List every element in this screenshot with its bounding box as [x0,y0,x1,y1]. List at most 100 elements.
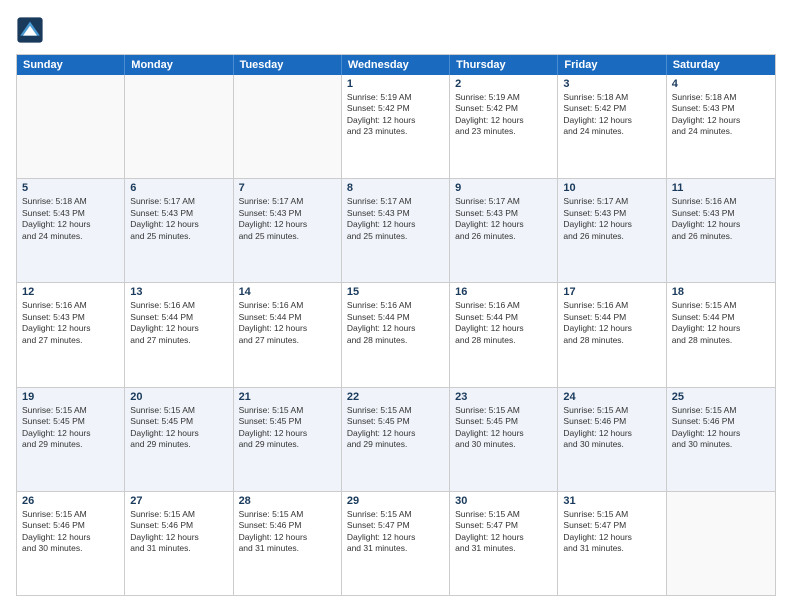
day-cell: 28Sunrise: 5:15 AM Sunset: 5:46 PM Dayli… [234,492,342,595]
day-cell: 18 Sunrise: 5:15 AM Sunset: 5:44 PM Dayli… [667,283,775,386]
day-number: 25 [672,391,770,403]
day-cell: 6 Sunrise: 5:17 AM Sunset: 5:43 PM Daylig… [125,179,233,282]
day-info: Sunrise: 5:15 AM Sunset: 5:45 PM Dayligh… [347,405,444,451]
day-cell: 7 Sunrise: 5:17 AM Sunset: 5:43 PM Daylig… [234,179,342,282]
day-number: 23 [455,391,552,403]
day-header-saturday: Saturday [667,55,775,75]
day-cell: 13 Sunrise: 5:16 AM Sunset: 5:44 PM Dayli… [125,283,233,386]
day-info: Sunrise: 5:15 AM Sunset: 5:46 PM Dayligh… [239,509,336,555]
day-info: Sunrise: 5:15 AM Sunset: 5:47 PM Dayligh… [347,509,444,555]
day-cell: 8 Sunrise: 5:17 AM Sunset: 5:43 PM Daylig… [342,179,450,282]
day-info: Sunrise: 5:17 AM Sunset: 5:43 PM Dayligh… [347,196,444,242]
day-cell [234,75,342,178]
day-info: Sunrise: 5:16 AM Sunset: 5:44 PM Dayligh… [563,300,660,346]
day-info: Sunrise: 5:16 AM Sunset: 5:44 PM Dayligh… [130,300,227,346]
week-row-3: 12Sunrise: 5:16 AM Sunset: 5:43 PM Dayli… [17,282,775,386]
day-cell: 29 Sunrise: 5:15 AM Sunset: 5:47 PM Dayli… [342,492,450,595]
header [16,16,776,44]
day-info: Sunrise: 5:18 AM Sunset: 5:43 PM Dayligh… [672,92,770,138]
day-cell: 10 Sunrise: 5:17 AM Sunset: 5:43 PM Dayli… [558,179,666,282]
day-cell: 22 Sunrise: 5:15 AM Sunset: 5:45 PM Dayli… [342,388,450,491]
day-info: Sunrise: 5:15 AM Sunset: 5:47 PM Dayligh… [455,509,552,555]
day-number: 26 [22,495,119,507]
day-header-tuesday: Tuesday [234,55,342,75]
day-cell: 31Sunrise: 5:15 AM Sunset: 5:47 PM Dayli… [558,492,666,595]
day-info: Sunrise: 5:15 AM Sunset: 5:46 PM Dayligh… [130,509,227,555]
day-cell: 24 Sunrise: 5:15 AM Sunset: 5:46 PM Dayli… [558,388,666,491]
day-info: Sunrise: 5:15 AM Sunset: 5:46 PM Dayligh… [563,405,660,451]
day-number: 30 [455,495,552,507]
day-number: 10 [563,182,660,194]
day-info: Sunrise: 5:15 AM Sunset: 5:45 PM Dayligh… [455,405,552,451]
day-number: 2 [455,78,552,90]
day-number: 29 [347,495,444,507]
day-number: 15 [347,286,444,298]
day-cell: 30 Sunrise: 5:15 AM Sunset: 5:47 PM Dayli… [450,492,558,595]
day-info: Sunrise: 5:16 AM Sunset: 5:44 PM Dayligh… [239,300,336,346]
day-info: Sunrise: 5:19 AM Sunset: 5:42 PM Dayligh… [347,92,444,138]
day-info: Sunrise: 5:17 AM Sunset: 5:43 PM Dayligh… [563,196,660,242]
day-cell: 1 Sunrise: 5:19 AM Sunset: 5:42 PM Daylig… [342,75,450,178]
day-cell: 23 Sunrise: 5:15 AM Sunset: 5:45 PM Dayli… [450,388,558,491]
day-info: Sunrise: 5:18 AM Sunset: 5:43 PM Dayligh… [22,196,119,242]
day-header-sunday: Sunday [17,55,125,75]
day-header-monday: Monday [125,55,233,75]
day-cell: 12Sunrise: 5:16 AM Sunset: 5:43 PM Dayli… [17,283,125,386]
day-cell: 20 Sunrise: 5:15 AM Sunset: 5:45 PM Dayli… [125,388,233,491]
day-cell: 2 Sunrise: 5:19 AM Sunset: 5:42 PM Daylig… [450,75,558,178]
day-cell: 14 Sunrise: 5:16 AM Sunset: 5:44 PM Dayli… [234,283,342,386]
day-header-wednesday: Wednesday [342,55,450,75]
day-info: Sunrise: 5:15 AM Sunset: 5:45 PM Dayligh… [130,405,227,451]
page: SundayMondayTuesdayWednesdayThursdayFrid… [0,0,792,612]
day-info: Sunrise: 5:17 AM Sunset: 5:43 PM Dayligh… [455,196,552,242]
day-cell: 3Sunrise: 5:18 AM Sunset: 5:42 PM Daylig… [558,75,666,178]
day-number: 3 [563,78,660,90]
day-headers: SundayMondayTuesdayWednesdayThursdayFrid… [17,55,775,75]
day-header-thursday: Thursday [450,55,558,75]
day-info: Sunrise: 5:15 AM Sunset: 5:44 PM Dayligh… [672,300,770,346]
day-info: Sunrise: 5:19 AM Sunset: 5:42 PM Dayligh… [455,92,552,138]
calendar: SundayMondayTuesdayWednesdayThursdayFrid… [16,54,776,596]
day-info: Sunrise: 5:15 AM Sunset: 5:47 PM Dayligh… [563,509,660,555]
week-row-1: 1 Sunrise: 5:19 AM Sunset: 5:42 PM Daylig… [17,75,775,178]
day-number: 20 [130,391,227,403]
day-number: 1 [347,78,444,90]
day-number: 12 [22,286,119,298]
day-number: 16 [455,286,552,298]
day-info: Sunrise: 5:16 AM Sunset: 5:44 PM Dayligh… [455,300,552,346]
day-cell: 21 Sunrise: 5:15 AM Sunset: 5:45 PM Dayli… [234,388,342,491]
week-row-2: 5 Sunrise: 5:18 AM Sunset: 5:43 PM Daylig… [17,178,775,282]
day-number: 6 [130,182,227,194]
day-cell: 25Sunrise: 5:15 AM Sunset: 5:46 PM Dayli… [667,388,775,491]
day-number: 22 [347,391,444,403]
day-cell: 5 Sunrise: 5:18 AM Sunset: 5:43 PM Daylig… [17,179,125,282]
day-cell: 26Sunrise: 5:15 AM Sunset: 5:46 PM Dayli… [17,492,125,595]
day-cell: 16 Sunrise: 5:16 AM Sunset: 5:44 PM Dayli… [450,283,558,386]
day-info: Sunrise: 5:15 AM Sunset: 5:45 PM Dayligh… [239,405,336,451]
day-cell [125,75,233,178]
day-number: 18 [672,286,770,298]
day-header-friday: Friday [558,55,666,75]
day-info: Sunrise: 5:17 AM Sunset: 5:43 PM Dayligh… [130,196,227,242]
day-number: 7 [239,182,336,194]
day-number: 9 [455,182,552,194]
day-cell: 19 Sunrise: 5:15 AM Sunset: 5:45 PM Dayli… [17,388,125,491]
day-number: 13 [130,286,227,298]
day-cell: 9 Sunrise: 5:17 AM Sunset: 5:43 PM Daylig… [450,179,558,282]
week-row-5: 26 Sunrise: 5:15 AM Sunset: 5:46 PM Dayli… [17,491,775,595]
day-info: Sunrise: 5:15 AM Sunset: 5:45 PM Dayligh… [22,405,119,451]
day-number: 4 [672,78,770,90]
day-number: 24 [563,391,660,403]
day-info: Sunrise: 5:16 AM Sunset: 5:43 PM Dayligh… [672,196,770,242]
day-cell [667,492,775,595]
logo-icon [16,16,44,44]
day-number: 8 [347,182,444,194]
day-number: 5 [22,182,119,194]
day-number: 14 [239,286,336,298]
day-info: Sunrise: 5:17 AM Sunset: 5:43 PM Dayligh… [239,196,336,242]
day-number: 21 [239,391,336,403]
day-cell: 27Sunrise: 5:15 AM Sunset: 5:46 PM Dayli… [125,492,233,595]
day-number: 19 [22,391,119,403]
day-info: Sunrise: 5:16 AM Sunset: 5:44 PM Dayligh… [347,300,444,346]
day-cell: 11Sunrise: 5:16 AM Sunset: 5:43 PM Dayli… [667,179,775,282]
